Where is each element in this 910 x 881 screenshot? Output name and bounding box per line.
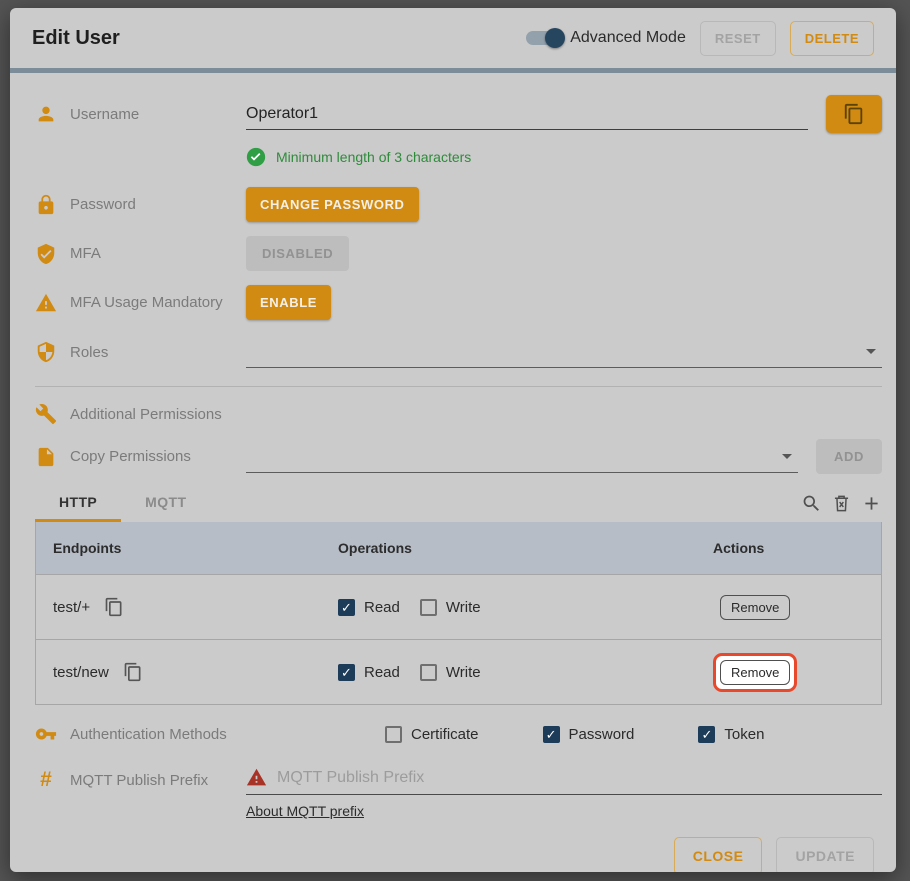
- update-button[interactable]: UPDATE: [776, 837, 874, 872]
- remove-button[interactable]: Remove: [720, 660, 790, 685]
- change-password-button[interactable]: CHANGE PASSWORD: [246, 187, 419, 222]
- username-hint-text: Minimum length of 3 characters: [276, 149, 471, 165]
- mqtt-prefix-label: MQTT Publish Prefix: [70, 772, 208, 789]
- search-icon[interactable]: [800, 492, 822, 514]
- error-warning-icon: [246, 767, 267, 788]
- username-input[interactable]: [246, 105, 808, 123]
- username-label: Username: [70, 106, 139, 123]
- additional-permissions-label: Additional Permissions: [70, 406, 222, 423]
- file-copy-icon: [35, 446, 57, 468]
- close-button[interactable]: CLOSE: [674, 837, 763, 872]
- reset-button[interactable]: RESET: [700, 21, 776, 56]
- endpoint-value: test/+: [53, 599, 90, 616]
- copy-permissions-input[interactable]: [246, 447, 776, 465]
- copy-icon: [843, 103, 865, 125]
- mfa-enable-button[interactable]: ENABLE: [246, 285, 331, 320]
- tab-mqtt[interactable]: MQTT: [121, 486, 210, 522]
- col-endpoints: Endpoints: [36, 540, 338, 556]
- col-actions: Actions: [713, 540, 881, 556]
- read-checkbox[interactable]: ✓ Read: [338, 664, 400, 681]
- shield-check-icon: [35, 243, 57, 265]
- section-divider: [35, 386, 882, 387]
- key-icon: [35, 723, 57, 745]
- wrench-icon: [35, 403, 57, 425]
- person-icon: [35, 103, 57, 125]
- endpoints-table: Endpoints Operations Actions test/+ ✓ Re…: [35, 522, 882, 705]
- copy-username-button[interactable]: [826, 95, 882, 133]
- check-circle-icon: [246, 147, 266, 167]
- write-checkbox[interactable]: ✓ Write: [420, 599, 481, 616]
- password-checkbox[interactable]: ✓ Password: [543, 726, 635, 743]
- add-endpoint-icon[interactable]: [860, 492, 882, 514]
- about-mqtt-prefix-link[interactable]: About MQTT prefix: [246, 803, 364, 819]
- copy-icon[interactable]: [123, 662, 143, 682]
- chevron-down-icon: [782, 454, 792, 459]
- dialog-header: Edit User Advanced Mode RESET DELETE: [10, 8, 896, 68]
- permissions-tabs: HTTP MQTT: [35, 486, 882, 522]
- chevron-down-icon: [866, 349, 876, 354]
- copy-permissions-select[interactable]: [246, 441, 798, 473]
- delete-all-icon[interactable]: [830, 492, 852, 514]
- endpoint-value: test/new: [53, 664, 109, 681]
- page-title: Edit User: [32, 27, 120, 50]
- copy-icon[interactable]: [104, 597, 124, 617]
- add-button[interactable]: ADD: [816, 439, 882, 474]
- tab-http[interactable]: HTTP: [35, 486, 121, 522]
- mfa-label: MFA: [70, 245, 101, 262]
- copy-permissions-label: Copy Permissions: [70, 448, 191, 465]
- edit-user-dialog: Edit User Advanced Mode RESET DELETE Use…: [10, 8, 896, 872]
- delete-button[interactable]: DELETE: [790, 21, 874, 56]
- header-divider: [10, 68, 896, 73]
- certificate-checkbox[interactable]: ✓ Certificate: [385, 726, 479, 743]
- roles-select[interactable]: [246, 336, 882, 368]
- warning-icon: [35, 292, 57, 314]
- read-checkbox[interactable]: ✓ Read: [338, 599, 400, 616]
- mfa-mandatory-label: MFA Usage Mandatory: [70, 294, 223, 311]
- toggle-track: [526, 31, 562, 45]
- token-checkbox[interactable]: ✓ Token: [698, 726, 764, 743]
- write-checkbox[interactable]: ✓ Write: [420, 664, 481, 681]
- highlight-ring: Remove: [713, 653, 797, 692]
- table-row: test/+ ✓ Read ✓ Write: [36, 574, 881, 639]
- advanced-mode-label: Advanced Mode: [570, 29, 686, 47]
- table-header-row: Endpoints Operations Actions: [36, 522, 881, 574]
- remove-button[interactable]: Remove: [720, 595, 790, 620]
- table-row: test/new ✓ Read ✓ Write: [36, 639, 881, 704]
- mfa-disabled-button[interactable]: DISABLED: [246, 236, 349, 271]
- lock-icon: [35, 194, 57, 216]
- advanced-mode-toggle[interactable]: [526, 31, 562, 45]
- roles-input[interactable]: [246, 343, 860, 361]
- auth-methods-label: Authentication Methods: [70, 726, 227, 743]
- shield-half-icon: [35, 341, 57, 363]
- username-hint: Minimum length of 3 characters: [246, 147, 882, 167]
- hash-icon: #: [35, 769, 57, 791]
- col-operations: Operations: [338, 540, 713, 556]
- toggle-thumb: [545, 28, 565, 48]
- roles-label: Roles: [70, 344, 108, 361]
- mqtt-prefix-input[interactable]: [277, 769, 882, 787]
- password-label: Password: [70, 196, 136, 213]
